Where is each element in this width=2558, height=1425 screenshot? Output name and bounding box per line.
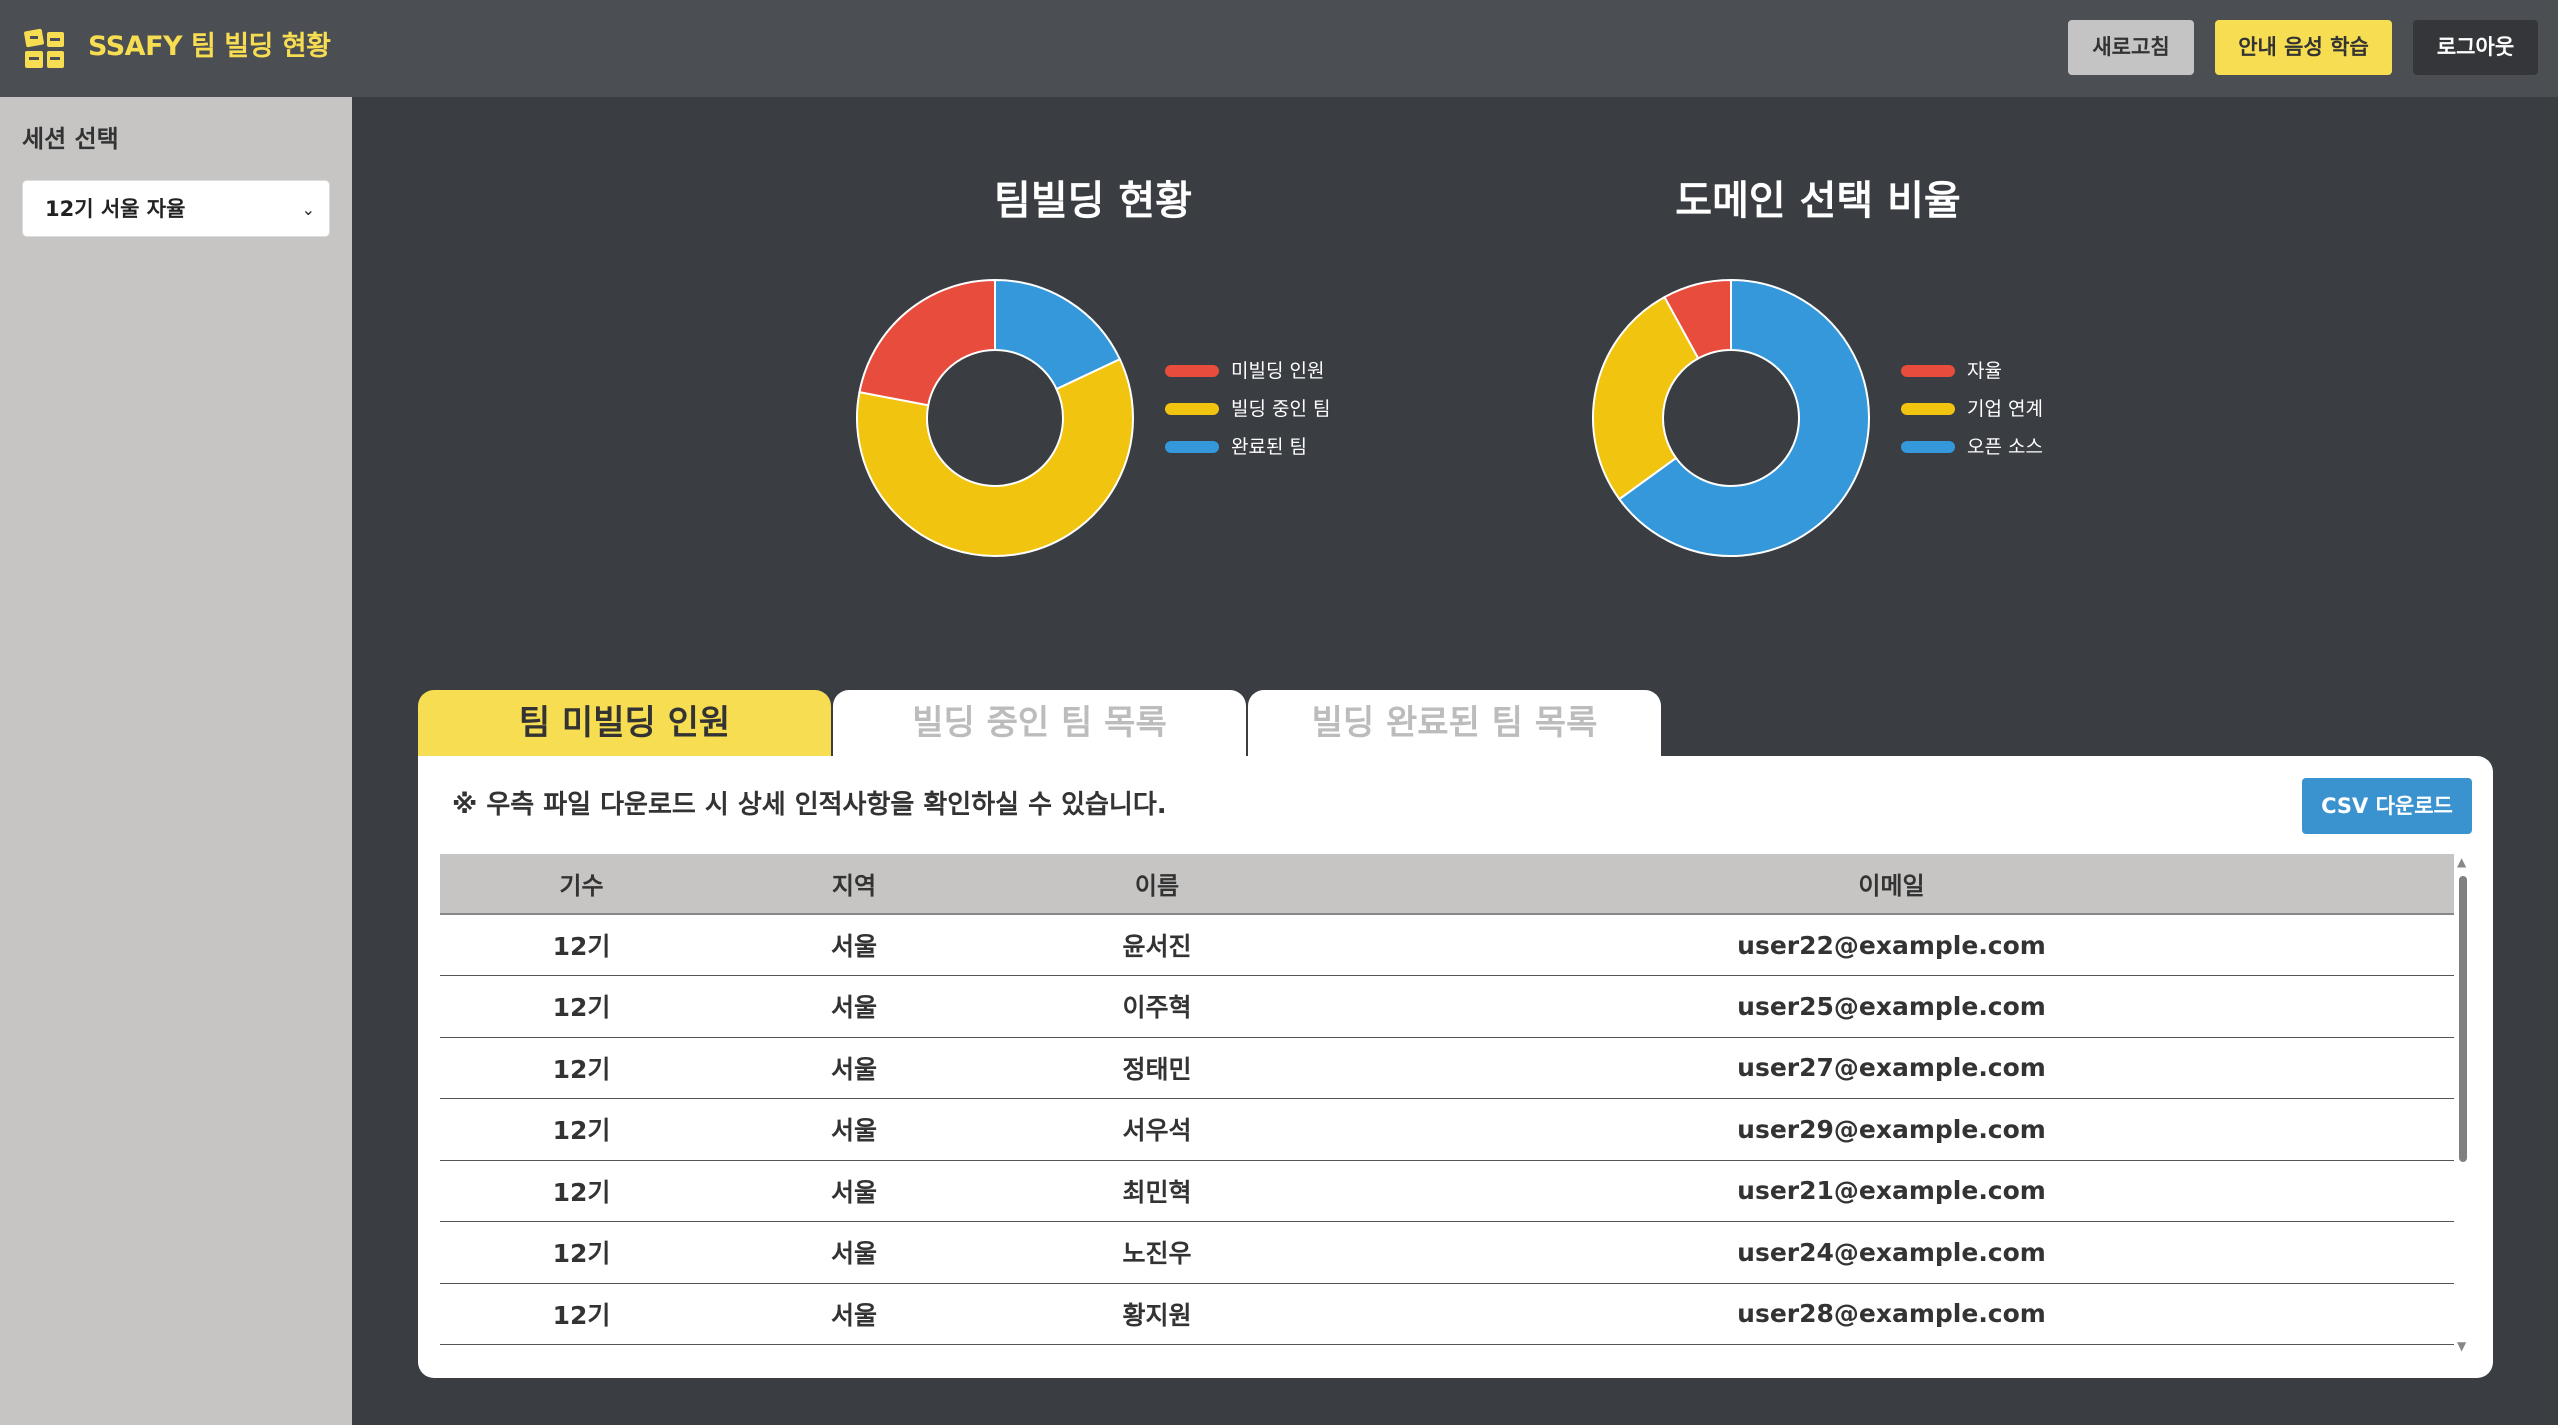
session-select-value: 12기 서울 자율 bbox=[45, 197, 186, 221]
table-row: 12기 서울 서우석 user29@example.com bbox=[440, 1098, 2454, 1161]
legend-swatch bbox=[1901, 365, 1955, 377]
cell-generation: 12기 bbox=[440, 975, 723, 1038]
cell-region: 서울 bbox=[723, 975, 985, 1038]
cell-email: user22@example.com bbox=[1329, 914, 2454, 976]
column-header-email: 이메일 bbox=[1329, 854, 2454, 915]
cell-region: 서울 bbox=[723, 1098, 985, 1161]
legend-label: 빌딩 중인 팀 bbox=[1231, 398, 1331, 420]
cell-generation: 12기 bbox=[440, 1283, 723, 1345]
column-header-region: 지역 bbox=[723, 854, 985, 915]
cell-name: 최민혁 bbox=[985, 1160, 1329, 1222]
cell-region: 서울 bbox=[723, 914, 985, 976]
table-header-row: 기수 지역 이름 이메일 bbox=[440, 854, 2454, 915]
team-building-donut-chart bbox=[856, 278, 1134, 557]
cell-email: user24@example.com bbox=[1329, 1221, 2454, 1284]
legend-swatch bbox=[1165, 403, 1219, 415]
tab-unassigned-members[interactable]: 팀 미빌딩 인원 bbox=[418, 690, 831, 756]
table-row: 12기 서울 최민혁 user21@example.com bbox=[440, 1160, 2454, 1222]
cell-name: 이주혁 bbox=[985, 975, 1329, 1038]
legend-swatch bbox=[1165, 441, 1219, 453]
donut-slice-0[interactable] bbox=[858, 278, 996, 407]
refresh-button[interactable]: 새로고침 bbox=[2068, 20, 2194, 75]
logout-button[interactable]: 로그아웃 bbox=[2413, 20, 2538, 75]
voice-guide-button[interactable]: 안내 음성 학습 bbox=[2215, 20, 2392, 75]
cell-name: 서우석 bbox=[985, 1098, 1329, 1161]
download-notice: ※ 우측 파일 다운로드 시 상세 인적사항을 확인하실 수 있습니다. bbox=[452, 790, 1167, 820]
legend-label: 미빌딩 인원 bbox=[1231, 360, 1325, 382]
sidebar-title: 세션 선택 bbox=[22, 125, 119, 153]
cell-name: 황지원 bbox=[985, 1283, 1329, 1345]
cell-email: user29@example.com bbox=[1329, 1098, 2454, 1161]
legend-swatch bbox=[1901, 441, 1955, 453]
legend-swatch bbox=[1901, 403, 1955, 415]
cell-generation: 12기 bbox=[440, 1037, 723, 1099]
cell-generation: 12기 bbox=[440, 1098, 723, 1161]
table-row: 12기 서울 노진우 user24@example.com bbox=[440, 1221, 2454, 1284]
tab-panel: ※ 우측 파일 다운로드 시 상세 인적사항을 확인하실 수 있습니다. CSV… bbox=[418, 756, 2493, 1378]
scroll-down-arrow-icon[interactable]: ▼ bbox=[2457, 1340, 2466, 1352]
cell-email: user21@example.com bbox=[1329, 1160, 2454, 1222]
tab-completed-teams[interactable]: 빌딩 완료된 팀 목록 bbox=[1248, 690, 1661, 756]
legend-label: 자율 bbox=[1967, 360, 2002, 382]
scroll-up-arrow-icon[interactable]: ▲ bbox=[2457, 856, 2466, 868]
tab-building-teams[interactable]: 빌딩 중인 팀 목록 bbox=[833, 690, 1246, 756]
legend-label: 기업 연계 bbox=[1967, 398, 2043, 420]
cell-name: 노진우 bbox=[985, 1221, 1329, 1284]
members-table-container[interactable]: 기수 지역 이름 이메일 12기 서울 윤서진 user22@example.c… bbox=[440, 854, 2454, 1354]
table-row: 12기 서울 이주혁 user25@example.com bbox=[440, 975, 2454, 1038]
csv-download-button[interactable]: CSV 다운로드 bbox=[2302, 778, 2472, 834]
cell-email: user28@example.com bbox=[1329, 1283, 2454, 1345]
grid-logo-icon bbox=[24, 28, 64, 68]
cell-region: 서울 bbox=[723, 1160, 985, 1222]
legend-label: 오픈 소스 bbox=[1967, 436, 2043, 458]
table-row: 12기 서울 윤서진 user22@example.com bbox=[440, 914, 2454, 976]
chart-title-domain-ratio: 도메인 선택 비율 bbox=[1675, 178, 1961, 224]
legend-label: 완료된 팀 bbox=[1231, 436, 1307, 458]
legend-swatch bbox=[1165, 365, 1219, 377]
scroll-thumb[interactable] bbox=[2459, 876, 2467, 1162]
cell-email: user27@example.com bbox=[1329, 1037, 2454, 1099]
top-header: SSAFY 팀 빌딩 현황 새로고침 안내 음성 학습 로그아웃 bbox=[0, 0, 2558, 97]
column-header-name: 이름 bbox=[985, 854, 1329, 915]
app-title: SSAFY 팀 빌딩 현황 bbox=[88, 31, 331, 62]
cell-name: 정태민 bbox=[985, 1037, 1329, 1099]
cell-name: 윤서진 bbox=[985, 914, 1329, 976]
cell-generation: 12기 bbox=[440, 914, 723, 976]
column-header-generation: 기수 bbox=[440, 854, 723, 915]
sidebar: 세션 선택 12기 서울 자율 ⌄ bbox=[0, 97, 352, 1425]
cell-region: 서울 bbox=[723, 1283, 985, 1345]
cell-email: user25@example.com bbox=[1329, 975, 2454, 1038]
table-row: 12기 서울 정태민 user27@example.com bbox=[440, 1037, 2454, 1099]
cell-generation: 12기 bbox=[440, 1160, 723, 1222]
cell-generation: 12기 bbox=[440, 1221, 723, 1284]
members-table: 기수 지역 이름 이메일 12기 서울 윤서진 user22@example.c… bbox=[440, 854, 2454, 1345]
cell-region: 서울 bbox=[723, 1037, 985, 1099]
table-row: 12기 서울 황지원 user28@example.com bbox=[440, 1283, 2454, 1345]
chart-title-team-building: 팀빌딩 현황 bbox=[994, 178, 1192, 224]
cell-region: 서울 bbox=[723, 1221, 985, 1284]
domain-ratio-donut-chart bbox=[1592, 278, 1870, 557]
chevron-down-icon: ⌄ bbox=[301, 200, 315, 219]
table-scrollbar[interactable]: ▲ ▼ bbox=[2454, 854, 2472, 1354]
session-select[interactable]: 12기 서울 자율 ⌄ bbox=[22, 180, 330, 237]
